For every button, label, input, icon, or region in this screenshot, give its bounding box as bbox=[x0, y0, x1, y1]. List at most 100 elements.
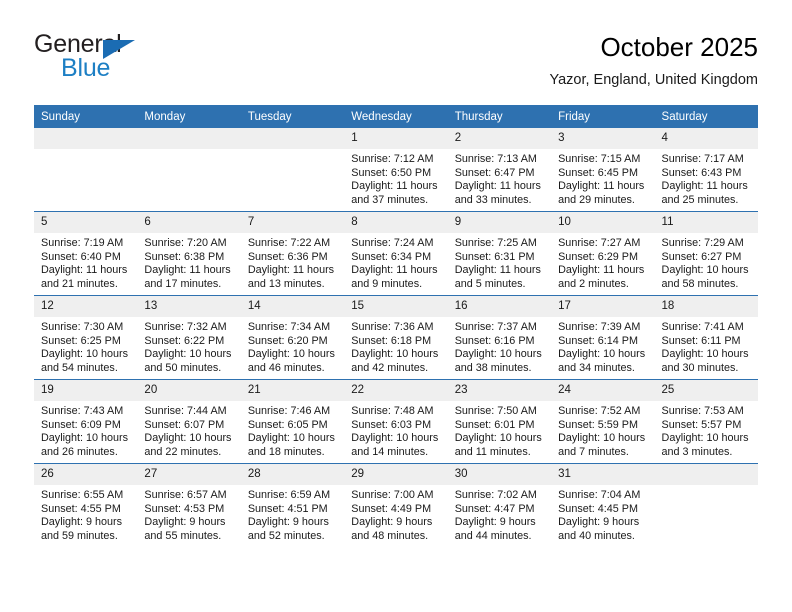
day-cell[interactable]: 14 Sunrise: 7:34 AM Sunset: 6:20 PM Dayligh… bbox=[240, 295, 345, 380]
day-number: 22 bbox=[344, 380, 448, 401]
sunrise-text: Sunrise: 7:30 AM bbox=[41, 321, 124, 333]
sunset-text: Sunset: 6:05 PM bbox=[247, 418, 328, 431]
day-cell[interactable]: 31 Sunrise: 7:04 AM Sunset: 4:45 PM Dayligh… bbox=[551, 463, 655, 547]
day-details: Sunrise: 7:20 AM Sunset: 6:38 PM Daylight:… bbox=[137, 233, 240, 291]
day-details: Sunrise: 6:55 AM Sunset: 4:55 PM Daylight:… bbox=[34, 485, 137, 543]
daylight-text-cont: and 5 minutes. bbox=[454, 277, 526, 290]
sunrise-sunset-calendar: Sunday Monday Tuesday Wednesday Thursday Frid… bbox=[34, 105, 758, 547]
day-cell-empty bbox=[137, 128, 241, 212]
daylight-text: Daylight: 11 hours bbox=[144, 264, 231, 277]
daylight-text: Daylight: 11 hours bbox=[558, 264, 645, 277]
day-cell[interactable]: 17 Sunrise: 7:39 AM Sunset: 6:14 PM Dayligh… bbox=[551, 295, 655, 380]
daylight-text-cont: and 17 minutes. bbox=[144, 277, 222, 290]
sunrise-text: Sunrise: 7:34 AM bbox=[247, 321, 331, 333]
sunset-text: Sunset: 6:01 PM bbox=[454, 418, 535, 431]
day-cell[interactable]: 3 Sunrise: 7:15 AM Sunset: 6:45 PM Daylight… bbox=[551, 128, 655, 212]
sunrise-text: Sunrise: 7:17 AM bbox=[661, 153, 744, 165]
sunrise-text: Sunrise: 7:13 AM bbox=[454, 153, 537, 165]
day-cell[interactable]: 9 Sunrise: 7:25 AM Sunset: 6:31 PM Daylight… bbox=[447, 211, 552, 296]
day-cell[interactable]: 28 Sunrise: 6:59 AM Sunset: 4:51 PM Dayligh… bbox=[240, 463, 345, 547]
day-cell[interactable]: 15 Sunrise: 7:36 AM Sunset: 6:18 PM Dayligh… bbox=[344, 295, 448, 380]
daylight-text-cont: and 50 minutes. bbox=[144, 361, 222, 374]
day-cell[interactable]: 26 Sunrise: 6:55 AM Sunset: 4:55 PM Dayligh… bbox=[34, 463, 138, 547]
day-details: Sunrise: 7:41 AM Sunset: 6:11 PM Daylight:… bbox=[655, 317, 758, 375]
general-blue-logo[interactable]: General Blue bbox=[34, 30, 214, 88]
sunrise-text: Sunrise: 7:37 AM bbox=[454, 321, 537, 333]
day-cell[interactable]: 30 Sunrise: 7:02 AM Sunset: 4:47 PM Dayligh… bbox=[447, 463, 552, 547]
daylight-text: Daylight: 10 hours bbox=[144, 432, 232, 445]
day-cell[interactable]: 16 Sunrise: 7:37 AM Sunset: 6:16 PM Dayligh… bbox=[447, 295, 552, 380]
day-number: 24 bbox=[551, 380, 655, 401]
day-details: Sunrise: 7:52 AM Sunset: 5:59 PM Daylight:… bbox=[551, 401, 654, 459]
daylight-text: Daylight: 10 hours bbox=[661, 264, 749, 277]
daylight-text: Daylight: 10 hours bbox=[247, 348, 335, 361]
weekday-header-wednesday: Wednesday bbox=[344, 105, 448, 128]
daylight-text: Daylight: 9 hours bbox=[558, 516, 640, 529]
day-number bbox=[240, 128, 345, 149]
sunset-text: Sunset: 6:38 PM bbox=[144, 250, 225, 263]
day-cell[interactable]: 10 Sunrise: 7:27 AM Sunset: 6:29 PM Dayligh… bbox=[551, 211, 655, 296]
daylight-text-cont: and 11 minutes. bbox=[454, 445, 531, 458]
calendar-week-row: 5 Sunrise: 7:19 AM Sunset: 6:40 PM Daylight… bbox=[34, 211, 758, 296]
daylight-text-cont: and 13 minutes. bbox=[247, 277, 325, 290]
day-number: 2 bbox=[447, 128, 552, 149]
sunrise-text: Sunrise: 7:15 AM bbox=[558, 153, 641, 165]
day-cell[interactable]: 24 Sunrise: 7:52 AM Sunset: 5:59 PM Dayligh… bbox=[551, 379, 655, 464]
day-cell[interactable]: 19 Sunrise: 7:43 AM Sunset: 6:09 PM Dayligh… bbox=[34, 379, 138, 464]
day-number: 21 bbox=[240, 380, 345, 401]
day-cell[interactable]: 20 Sunrise: 7:44 AM Sunset: 6:07 PM Dayligh… bbox=[137, 379, 241, 464]
day-cell[interactable]: 6 Sunrise: 7:20 AM Sunset: 6:38 PM Daylight… bbox=[137, 211, 241, 296]
weekday-header-friday: Friday bbox=[551, 105, 655, 128]
day-cell[interactable]: 25 Sunrise: 7:53 AM Sunset: 5:57 PM Dayligh… bbox=[654, 379, 758, 464]
sunset-text: Sunset: 4:55 PM bbox=[41, 502, 121, 515]
daylight-text-cont: and 40 minutes. bbox=[558, 529, 635, 542]
day-cell[interactable]: 5 Sunrise: 7:19 AM Sunset: 6:40 PM Daylight… bbox=[34, 211, 138, 296]
sunrise-text: Sunrise: 7:02 AM bbox=[454, 489, 537, 501]
day-cell[interactable]: 8 Sunrise: 7:24 AM Sunset: 6:34 PM Daylight… bbox=[344, 211, 448, 296]
sunrise-text: Sunrise: 7:20 AM bbox=[144, 237, 227, 249]
day-number: 11 bbox=[654, 212, 758, 233]
sunset-text: Sunset: 6:40 PM bbox=[41, 250, 121, 263]
day-cell[interactable]: 1 Sunrise: 7:12 AM Sunset: 6:50 PM Daylight… bbox=[344, 128, 448, 212]
daylight-text-cont: and 26 minutes. bbox=[41, 445, 118, 458]
day-number: 29 bbox=[344, 464, 448, 485]
day-cell[interactable]: 29 Sunrise: 7:00 AM Sunset: 4:49 PM Dayligh… bbox=[344, 463, 448, 547]
calendar-week-row: 26 Sunrise: 6:55 AM Sunset: 4:55 PM Dayligh… bbox=[34, 463, 758, 547]
sunset-text: Sunset: 6:31 PM bbox=[454, 250, 535, 263]
day-cell-empty bbox=[654, 463, 758, 547]
day-cell[interactable]: 11 Sunrise: 7:29 AM Sunset: 6:27 PM Dayligh… bbox=[654, 211, 758, 296]
day-cell[interactable]: 23 Sunrise: 7:50 AM Sunset: 6:01 PM Dayligh… bbox=[447, 379, 552, 464]
sunset-text: Sunset: 4:49 PM bbox=[351, 502, 432, 515]
day-details: Sunrise: 7:46 AM Sunset: 6:05 PM Daylight:… bbox=[241, 401, 344, 459]
day-number: 19 bbox=[34, 380, 138, 401]
day-details: Sunrise: 7:53 AM Sunset: 5:57 PM Daylight:… bbox=[655, 401, 758, 459]
day-number bbox=[34, 128, 138, 149]
day-cell[interactable]: 27 Sunrise: 6:57 AM Sunset: 4:53 PM Dayligh… bbox=[137, 463, 241, 547]
daylight-text: Daylight: 10 hours bbox=[41, 348, 129, 361]
day-number: 25 bbox=[654, 380, 758, 401]
sunrise-text: Sunrise: 7:12 AM bbox=[351, 153, 434, 165]
day-cell[interactable]: 4 Sunrise: 7:17 AM Sunset: 6:43 PM Daylight… bbox=[654, 128, 758, 212]
daylight-text-cont: and 54 minutes. bbox=[41, 361, 118, 374]
daylight-text-cont: and 9 minutes. bbox=[351, 277, 423, 290]
sunrise-text: Sunrise: 7:04 AM bbox=[558, 489, 641, 501]
day-number: 8 bbox=[344, 212, 448, 233]
day-cell[interactable]: 13 Sunrise: 7:32 AM Sunset: 6:22 PM Dayligh… bbox=[137, 295, 241, 380]
day-cell[interactable]: 21 Sunrise: 7:46 AM Sunset: 6:05 PM Dayligh… bbox=[240, 379, 345, 464]
daylight-text: Daylight: 10 hours bbox=[351, 348, 439, 361]
day-details: Sunrise: 7:37 AM Sunset: 6:16 PM Daylight:… bbox=[448, 317, 551, 375]
day-cell[interactable]: 7 Sunrise: 7:22 AM Sunset: 6:36 PM Daylight… bbox=[240, 211, 345, 296]
day-cell[interactable]: 2 Sunrise: 7:13 AM Sunset: 6:47 PM Daylight… bbox=[447, 128, 552, 212]
day-cell[interactable]: 22 Sunrise: 7:48 AM Sunset: 6:03 PM Dayligh… bbox=[344, 379, 448, 464]
day-details: Sunrise: 7:29 AM Sunset: 6:27 PM Daylight:… bbox=[655, 233, 758, 291]
sunrise-text: Sunrise: 7:39 AM bbox=[558, 321, 641, 333]
day-number: 16 bbox=[447, 296, 552, 317]
daylight-text: Daylight: 10 hours bbox=[144, 348, 232, 361]
calendar-page: General Blue October 2025 Yazor, England… bbox=[0, 0, 792, 612]
day-number: 17 bbox=[551, 296, 655, 317]
sunset-text: Sunset: 6:29 PM bbox=[558, 250, 638, 263]
day-cell[interactable]: 18 Sunrise: 7:41 AM Sunset: 6:11 PM Dayligh… bbox=[654, 295, 758, 380]
day-cell[interactable]: 12 Sunrise: 7:30 AM Sunset: 6:25 PM Dayligh… bbox=[34, 295, 138, 380]
sunset-text: Sunset: 6:22 PM bbox=[144, 334, 225, 347]
day-details: Sunrise: 6:57 AM Sunset: 4:53 PM Daylight:… bbox=[137, 485, 240, 543]
